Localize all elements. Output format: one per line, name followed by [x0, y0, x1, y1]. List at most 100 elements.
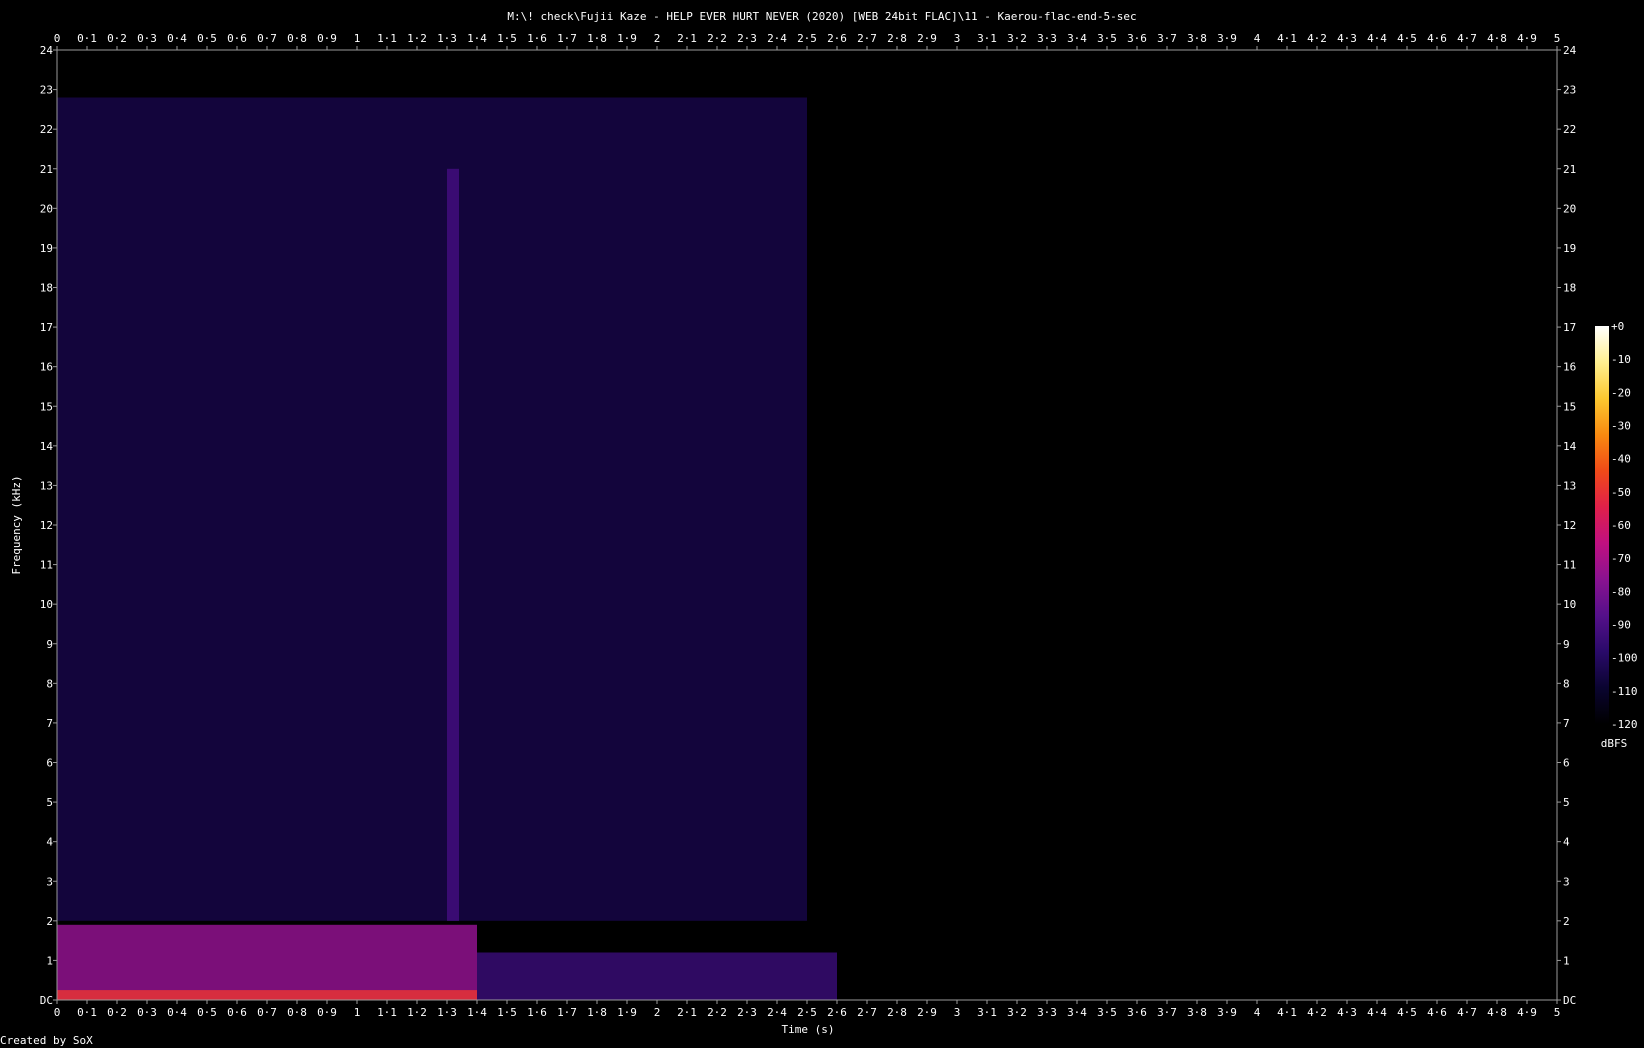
x-tick-label-top: 4·5 — [1397, 32, 1417, 45]
x-tick-label-bottom: 2·2 — [707, 1006, 727, 1019]
x-tick-label-top: 1·3 — [437, 32, 457, 45]
x-tick-label-top: 4·1 — [1277, 32, 1297, 45]
x-tick-label-bottom: 4·4 — [1367, 1006, 1387, 1019]
colorbar-tick-label: -50 — [1611, 486, 1631, 499]
region-noise-floor — [57, 97, 807, 921]
x-tick-label-top: 2·7 — [857, 32, 877, 45]
colorbar-ticks: +0 -10 -20 -30 -40 -50 -60 -70 -80 -90 -100 -110 -12… — [1611, 320, 1638, 731]
x-tick-label-bottom: 3·4 — [1067, 1006, 1087, 1019]
x-tick-label-top: 2·5 — [797, 32, 817, 45]
x-tick-label-top: 1 — [354, 32, 361, 45]
x-tick-label-bottom: 3·6 — [1127, 1006, 1147, 1019]
x-tick-label-top: 0·6 — [227, 32, 247, 45]
x-tick-label-top: 3·9 — [1217, 32, 1237, 45]
x-tick-label-top: 4·3 — [1337, 32, 1357, 45]
x-tick-label-bottom: 1 — [354, 1006, 361, 1019]
x-tick-label-top: 3 — [954, 32, 961, 45]
x-tick-label-top: 1·5 — [497, 32, 517, 45]
colorbar-tick-label: -120 — [1611, 718, 1638, 731]
x-tick-label-bottom: 1·8 — [587, 1006, 607, 1019]
colorbar-tick-label: -30 — [1611, 420, 1631, 433]
x-tick-label-bottom: 1·9 — [617, 1006, 637, 1019]
colorbar-tick-label: -90 — [1611, 619, 1631, 632]
x-tick-label-bottom: 4·6 — [1427, 1006, 1447, 1019]
y-tick-label-right: 23 — [1563, 84, 1576, 97]
x-tick-label-bottom: 3·3 — [1037, 1006, 1057, 1019]
x-tick-label-top: 4·2 — [1307, 32, 1327, 45]
x-tick-label-bottom: 4·3 — [1337, 1006, 1357, 1019]
x-tick-label-bottom: 3·8 — [1187, 1006, 1207, 1019]
x-tick-label-bottom: 4·2 — [1307, 1006, 1327, 1019]
x-tick-label-top: 0·8 — [287, 32, 307, 45]
x-tick-label-top: 2·9 — [917, 32, 937, 45]
x-tick-label-top: 0·1 — [77, 32, 97, 45]
y-tick-label-left: 4 — [46, 836, 53, 849]
x-tick-label-bottom: 2·4 — [767, 1006, 787, 1019]
x-tick-label-top: 5 — [1554, 32, 1561, 45]
y-tick-label-left: 14 — [40, 440, 54, 453]
x-tick-label-bottom: 2·6 — [827, 1006, 847, 1019]
colorbar-tick-label: -20 — [1611, 386, 1631, 399]
x-tick-label-bottom: 2·3 — [737, 1006, 757, 1019]
x-tick-label-bottom: 0·4 — [167, 1006, 187, 1019]
x-tick-label-top: 2 — [654, 32, 661, 45]
x-tick-label-top: 1·4 — [467, 32, 487, 45]
x-axis-label: Time (s) — [782, 1023, 835, 1036]
y-tick-label-left: 10 — [40, 598, 53, 611]
x-tick-label-bottom: 2·5 — [797, 1006, 817, 1019]
x-tick-label-top: 4·9 — [1517, 32, 1537, 45]
x-tick-label-bottom: 5 — [1554, 1006, 1561, 1019]
x-tick-label-bottom: 0·6 — [227, 1006, 247, 1019]
y-tick-label-right: 22 — [1563, 123, 1576, 136]
x-tick-label-bottom: 0·3 — [137, 1006, 157, 1019]
y-tick-label-right: 5 — [1563, 796, 1570, 809]
x-tick-label-top: 4·7 — [1457, 32, 1477, 45]
x-tick-label-bottom: 2·7 — [857, 1006, 877, 1019]
y-axis-label: Frequency (kHz) — [10, 475, 23, 574]
x-tick-label-bottom: 0 — [54, 1006, 61, 1019]
y-tick-label-left: 21 — [40, 163, 53, 176]
x-tick-label-top: 3·8 — [1187, 32, 1207, 45]
x-tick-label-bottom: 1·1 — [377, 1006, 397, 1019]
y-tick-label-right: 15 — [1563, 400, 1576, 413]
region-low-band — [57, 924, 477, 1000]
y-tick-label-left: 17 — [40, 321, 53, 334]
x-tick-label-top: 2·4 — [767, 32, 787, 45]
colorbar-tick-label: -60 — [1611, 519, 1631, 532]
y-tick-label-right: 9 — [1563, 638, 1570, 651]
x-tick-label-bottom: 3 — [954, 1006, 961, 1019]
x-tick-label-top: 3·4 — [1067, 32, 1087, 45]
spectrogram-layers — [57, 97, 837, 1000]
x-tick-label-top: 0·7 — [257, 32, 277, 45]
footer-credit: Created by SoX — [0, 1034, 93, 1047]
x-tick-label-top: 1·9 — [617, 32, 637, 45]
x-tick-label-bottom: 2 — [654, 1006, 661, 1019]
x-tick-label-top: 2·1 — [677, 32, 697, 45]
x-tick-label-bottom: 2·1 — [677, 1006, 697, 1019]
colorbar-tick-label: -40 — [1611, 453, 1631, 466]
y-tick-label-right: 11 — [1563, 559, 1576, 572]
y-tick-label-left: 23 — [40, 84, 53, 97]
y-tick-label-right: 10 — [1563, 598, 1576, 611]
x-tick-label-top: 2·8 — [887, 32, 907, 45]
x-tick-label-bottom: 3·1 — [977, 1006, 997, 1019]
y-tick-label-left: 16 — [40, 361, 53, 374]
x-axis-bottom: 0 0·1 0·2 0·3 0·4 0·5 0·6 0·7 0·8 0·9 1 1·1 1·2 1·3 1·… — [54, 1000, 1561, 1019]
y-tick-label-left: 24 — [40, 44, 54, 57]
x-tick-label-bottom: 0·2 — [107, 1006, 127, 1019]
region-fundamental — [57, 990, 477, 1000]
colorbar-tick-label: -70 — [1611, 552, 1631, 565]
x-tick-label-bottom: 3·9 — [1217, 1006, 1237, 1019]
y-tick-label-left: 5 — [46, 796, 53, 809]
y-tick-label-right: 6 — [1563, 757, 1570, 770]
x-tick-label-bottom: 1·5 — [497, 1006, 517, 1019]
x-tick-label-bottom: 4·9 — [1517, 1006, 1537, 1019]
x-tick-label-bottom: 4·1 — [1277, 1006, 1297, 1019]
y-tick-label-right: 19 — [1563, 242, 1576, 255]
x-tick-label-top: 1·1 — [377, 32, 397, 45]
x-tick-label-bottom: 3·7 — [1157, 1006, 1177, 1019]
x-tick-label-top: 4·4 — [1367, 32, 1387, 45]
x-tick-label-top: 3·5 — [1097, 32, 1117, 45]
colorbar: +0 -10 -20 -30 -40 -50 -60 -70 -80 -90 -100 -110 -12… — [1595, 320, 1638, 750]
y-tick-label-right: 13 — [1563, 479, 1576, 492]
